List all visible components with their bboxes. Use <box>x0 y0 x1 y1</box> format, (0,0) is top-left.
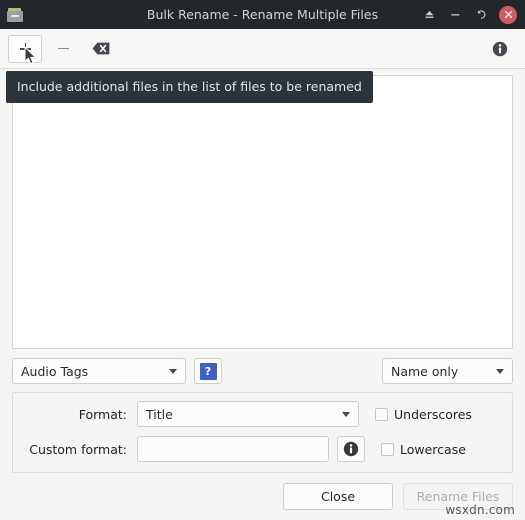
lowercase-checkbox-box[interactable] <box>381 442 394 456</box>
chevron-down-icon <box>496 368 504 374</box>
add-files-icon[interactable] <box>8 34 42 63</box>
rename-scope-combo[interactable]: Name only <box>382 358 513 384</box>
criteria-row: Audio Tags ? Name only <box>0 349 525 392</box>
custom-format-label: Custom format: <box>29 441 127 457</box>
minimize-icon[interactable] <box>442 4 468 26</box>
format-label: Format: <box>78 406 127 422</box>
custom-format-row: Custom format: Lowercase <box>23 436 502 462</box>
rename-files-button: Rename Files <box>403 483 513 510</box>
custom-format-input[interactable] <box>137 436 329 462</box>
rename-criteria-combo[interactable]: Audio Tags <box>12 358 186 384</box>
chevron-down-icon <box>169 368 177 374</box>
archive-box-icon <box>7 7 23 22</box>
options-frame: Format: Title Underscores Custom format: <box>12 392 513 473</box>
tooltip: Include additional files in the list of … <box>6 71 373 103</box>
close-button[interactable]: Close <box>283 483 393 510</box>
chevron-down-icon <box>342 411 350 417</box>
clear-files-icon[interactable] <box>84 35 118 63</box>
format-combo-value: Title <box>146 406 173 422</box>
shade-icon[interactable] <box>416 4 442 26</box>
help-badge-label: ? <box>199 362 217 380</box>
action-row: Close Rename Files wsxdn.com <box>0 473 525 520</box>
close-icon[interactable] <box>499 5 517 24</box>
remove-files-icon[interactable] <box>46 35 80 63</box>
titlebar: Bulk Rename - Rename Multiple Files <box>0 0 525 29</box>
custom-format-info-icon[interactable] <box>337 436 365 462</box>
lowercase-checkbox[interactable]: Lowercase <box>381 442 466 457</box>
toolbar <box>0 29 525 69</box>
info-icon[interactable] <box>483 35 517 63</box>
window-controls <box>416 4 519 26</box>
rename-scope-value: Name only <box>391 363 459 379</box>
rename-criteria-value: Audio Tags <box>21 363 89 379</box>
underscores-label: Underscores <box>394 406 472 422</box>
bulk-rename-window: Bulk Rename - Rename Multiple Files Incl… <box>0 0 525 520</box>
format-combo[interactable]: Title <box>137 401 359 427</box>
tooltip-text: Include additional files in the list of … <box>17 79 362 94</box>
lowercase-label: Lowercase <box>400 441 466 457</box>
maximize-icon[interactable] <box>468 4 494 26</box>
help-button[interactable]: ? <box>194 358 222 384</box>
underscores-checkbox-box[interactable] <box>375 407 388 421</box>
underscores-checkbox[interactable]: Underscores <box>375 407 472 422</box>
file-list[interactable] <box>12 75 513 349</box>
format-row: Format: Title Underscores <box>23 401 502 427</box>
